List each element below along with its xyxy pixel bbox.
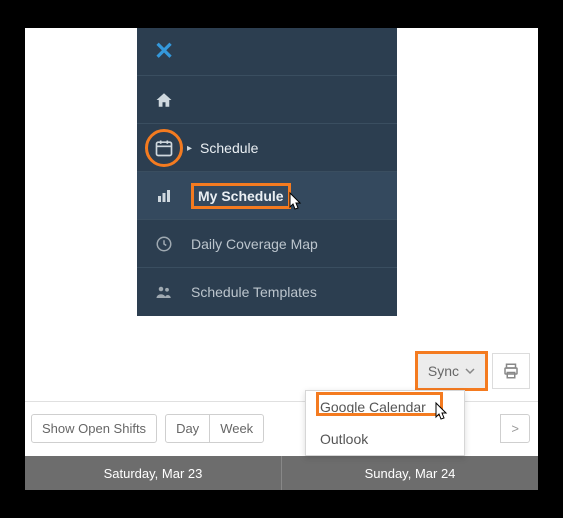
day-column-sunday: Sunday, Mar 24 (282, 456, 538, 490)
sync-outlook-label: Outlook (320, 431, 368, 447)
chevron-right-icon: > (511, 421, 519, 436)
sync-google-label: Google Calendar (320, 399, 426, 415)
nav-my-schedule[interactable]: My Schedule (137, 172, 397, 220)
nav-coverage-label: Daily Coverage Map (191, 236, 318, 252)
home-icon (155, 91, 173, 109)
sync-item-outlook[interactable]: Outlook (306, 423, 464, 455)
filter-row: Show Open Shifts Day Week (31, 414, 264, 443)
printer-icon (502, 362, 520, 380)
chevron-down-icon (465, 366, 475, 376)
view-day-button[interactable]: Day (165, 414, 210, 443)
day-column-saturday: Saturday, Mar 23 (25, 456, 282, 490)
sync-label: Sync (428, 363, 459, 379)
view-week-button[interactable]: Week (209, 414, 264, 443)
nav-logo-row: ✕ (137, 28, 397, 76)
day-header: Saturday, Mar 23 Sunday, Mar 24 (25, 456, 538, 490)
highlight-my-schedule: My Schedule (191, 183, 291, 209)
nav-schedule[interactable]: ▸ Schedule (137, 124, 397, 172)
nav-my-schedule-label: My Schedule (198, 188, 284, 204)
view-range-segment: Day Week (165, 414, 264, 443)
highlight-circle (145, 129, 183, 167)
bar-chart-icon (155, 187, 173, 205)
clock-icon (155, 235, 173, 253)
next-button[interactable]: > (500, 414, 530, 443)
week-label: Week (220, 421, 253, 436)
logo-x-icon: ✕ (154, 37, 174, 66)
day-label: Day (176, 421, 199, 436)
sync-dropdown: Google Calendar Outlook (305, 390, 465, 456)
app-canvas: ✕ ▸ Schedule My Schedule (25, 28, 538, 490)
cursor-icon (285, 191, 305, 213)
chevron-right-icon: ▸ (187, 143, 192, 154)
print-button[interactable] (492, 353, 530, 389)
sunday-label: Sunday, Mar 24 (365, 466, 456, 481)
calendar-icon (154, 138, 174, 158)
nav-templates-label: Schedule Templates (191, 284, 317, 300)
cursor-icon (431, 401, 451, 423)
nav-home[interactable] (137, 76, 397, 124)
saturday-label: Saturday, Mar 23 (104, 466, 203, 481)
open-shifts-label: Show Open Shifts (42, 421, 146, 436)
sync-button[interactable]: Sync (417, 353, 486, 389)
nav-coverage-map[interactable]: Daily Coverage Map (137, 220, 397, 268)
show-open-shifts-button[interactable]: Show Open Shifts (31, 414, 157, 443)
nav-schedule-label: Schedule (200, 140, 258, 156)
sidebar: ✕ ▸ Schedule My Schedule (137, 28, 397, 316)
people-icon (154, 283, 174, 301)
nav-templates[interactable]: Schedule Templates (137, 268, 397, 316)
